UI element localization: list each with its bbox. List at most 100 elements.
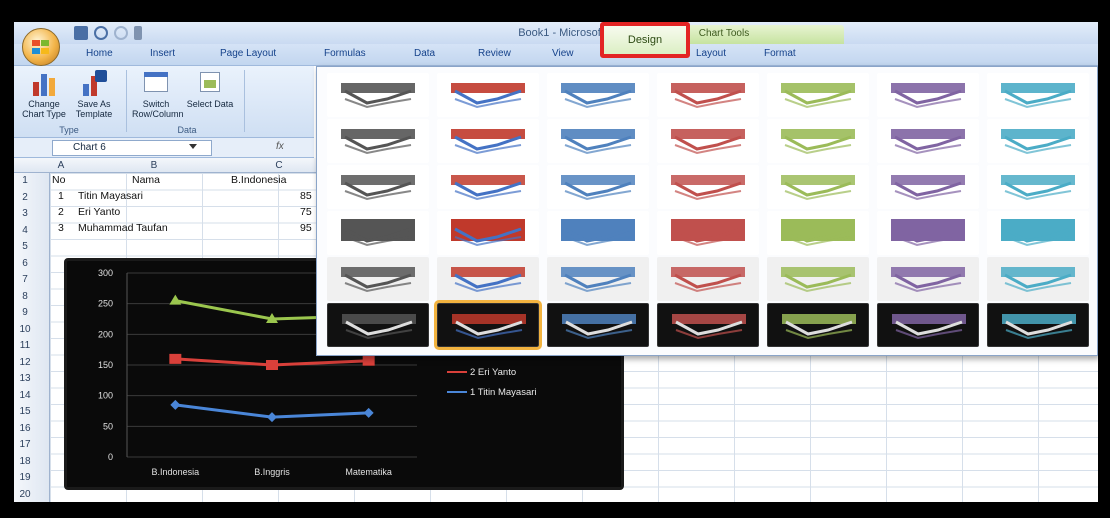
chart-style-thumbnail[interactable] xyxy=(547,303,649,347)
chart-style-thumbnail[interactable] xyxy=(547,211,649,255)
chart-style-thumbnail[interactable] xyxy=(327,119,429,163)
save-as-template-button[interactable]: Save As Template xyxy=(70,70,118,119)
cell-a2[interactable]: 1 xyxy=(58,190,64,202)
cell-c2[interactable]: 85 xyxy=(300,190,312,202)
chart-style-thumbnail[interactable] xyxy=(657,73,759,117)
name-box[interactable]: Chart 6 xyxy=(52,140,212,156)
row-header[interactable]: 14 xyxy=(14,390,36,401)
chart-style-thumbnail[interactable] xyxy=(657,303,759,347)
row-header[interactable]: 13 xyxy=(14,373,36,384)
chart-style-thumbnail[interactable] xyxy=(987,165,1089,209)
cell-b2[interactable]: Titin Mayasari xyxy=(78,190,143,202)
chart-style-thumbnail[interactable] xyxy=(327,73,429,117)
chart-style-thumbnail[interactable] xyxy=(1097,119,1098,163)
chart-style-thumbnail[interactable] xyxy=(767,165,869,209)
chart-style-thumbnail[interactable] xyxy=(1097,165,1098,209)
tab-page-layout[interactable]: Page Layout xyxy=(220,48,276,59)
row-header[interactable]: 3 xyxy=(14,208,36,219)
chart-style-thumbnail[interactable] xyxy=(987,211,1089,255)
chart-style-thumbnail[interactable] xyxy=(437,119,539,163)
chart-style-thumbnail[interactable] xyxy=(437,257,539,301)
chart-style-thumbnail[interactable] xyxy=(987,303,1089,347)
chart-styles-gallery[interactable] xyxy=(316,66,1098,356)
legend-item[interactable]: 2 Eri Yanto xyxy=(447,367,516,378)
tab-home[interactable]: Home xyxy=(86,48,113,59)
chart-style-thumbnail[interactable] xyxy=(1097,257,1098,301)
chart-style-thumbnail[interactable] xyxy=(987,119,1089,163)
row-header[interactable]: 2 xyxy=(14,192,36,203)
tab-view[interactable]: View xyxy=(552,48,574,59)
chart-style-thumbnail[interactable] xyxy=(547,165,649,209)
row-header[interactable]: 7 xyxy=(14,274,36,285)
switch-row-column-button[interactable]: Switch Row/Column xyxy=(132,70,184,119)
legend-item[interactable]: 1 Titin Mayasari xyxy=(447,387,537,398)
chart-style-thumbnail[interactable] xyxy=(437,165,539,209)
chart-style-thumbnail[interactable] xyxy=(877,211,979,255)
cell-a4[interactable]: 3 xyxy=(58,222,64,234)
chart-style-thumbnail[interactable] xyxy=(1097,303,1098,347)
chevron-down-icon[interactable] xyxy=(189,144,197,149)
row-header[interactable]: 19 xyxy=(14,472,36,483)
chart-style-thumbnail[interactable] xyxy=(877,73,979,117)
cell-c1[interactable]: B.Indonesia xyxy=(231,174,286,186)
chart-style-thumbnail[interactable] xyxy=(877,165,979,209)
chart-style-thumbnail[interactable] xyxy=(327,257,429,301)
cell-b1[interactable]: Nama xyxy=(132,174,160,186)
chart-style-thumbnail[interactable] xyxy=(327,303,429,347)
tab-data[interactable]: Data xyxy=(414,48,435,59)
select-data-button[interactable]: Select Data xyxy=(186,70,234,109)
chart-style-thumbnail[interactable] xyxy=(987,257,1089,301)
chart-style-thumbnail[interactable] xyxy=(437,211,539,255)
tab-design[interactable]: Design xyxy=(600,22,690,58)
change-chart-type-button[interactable]: Change Chart Type xyxy=(20,70,68,119)
tab-formulas[interactable]: Formulas xyxy=(324,48,366,59)
chart-style-thumbnail[interactable] xyxy=(657,165,759,209)
cell-c4[interactable]: 95 xyxy=(300,222,312,234)
row-header[interactable]: 1 xyxy=(14,175,36,186)
row-header[interactable]: 16 xyxy=(14,423,36,434)
row-header[interactable]: 17 xyxy=(14,439,36,450)
chart-style-thumbnail[interactable] xyxy=(657,119,759,163)
column-header-b[interactable]: B xyxy=(94,160,214,171)
chart-style-thumbnail[interactable] xyxy=(547,119,649,163)
row-header[interactable]: 18 xyxy=(14,456,36,467)
chart-style-thumbnail[interactable] xyxy=(987,73,1089,117)
column-header-c[interactable]: C xyxy=(244,160,314,171)
chart-style-thumbnail[interactable] xyxy=(767,257,869,301)
cell-b4[interactable]: Muhammad Taufan xyxy=(78,222,168,234)
cell-a1[interactable]: No xyxy=(52,174,65,186)
chart-style-thumbnail[interactable] xyxy=(767,303,869,347)
cell-b3[interactable]: Eri Yanto xyxy=(78,206,120,218)
office-button[interactable] xyxy=(22,28,60,66)
row-header[interactable]: 15 xyxy=(14,406,36,417)
chart-style-thumbnail[interactable] xyxy=(767,211,869,255)
chart-style-thumbnail[interactable] xyxy=(547,73,649,117)
chart-style-thumbnail[interactable] xyxy=(1097,73,1098,117)
chart-style-thumbnail[interactable] xyxy=(434,300,542,350)
tab-insert[interactable]: Insert xyxy=(150,48,175,59)
row-header[interactable]: 9 xyxy=(14,307,36,318)
chart-style-thumbnail[interactable] xyxy=(1097,211,1098,255)
row-header[interactable]: 8 xyxy=(14,291,36,302)
chart-style-thumbnail[interactable] xyxy=(547,257,649,301)
row-header[interactable]: 4 xyxy=(14,225,36,236)
fx-icon[interactable]: fx xyxy=(276,141,284,152)
chart-style-thumbnail[interactable] xyxy=(657,211,759,255)
chart-style-thumbnail[interactable] xyxy=(657,257,759,301)
chart-style-thumbnail[interactable] xyxy=(877,119,979,163)
row-header[interactable]: 10 xyxy=(14,324,36,335)
cell-c3[interactable]: 75 xyxy=(300,206,312,218)
cell-a3[interactable]: 2 xyxy=(58,206,64,218)
chart-style-thumbnail[interactable] xyxy=(327,165,429,209)
tab-review[interactable]: Review xyxy=(478,48,511,59)
row-header[interactable]: 6 xyxy=(14,258,36,269)
column-header-a[interactable]: A xyxy=(50,160,72,171)
chart-style-thumbnail[interactable] xyxy=(767,119,869,163)
tab-format[interactable]: Format xyxy=(764,48,796,59)
chart-style-thumbnail[interactable] xyxy=(767,73,869,117)
row-header[interactable]: 20 xyxy=(14,489,36,500)
chart-style-thumbnail[interactable] xyxy=(327,211,429,255)
row-header[interactable]: 5 xyxy=(14,241,36,252)
chart-style-thumbnail[interactable] xyxy=(437,73,539,117)
row-header[interactable]: 12 xyxy=(14,357,36,368)
